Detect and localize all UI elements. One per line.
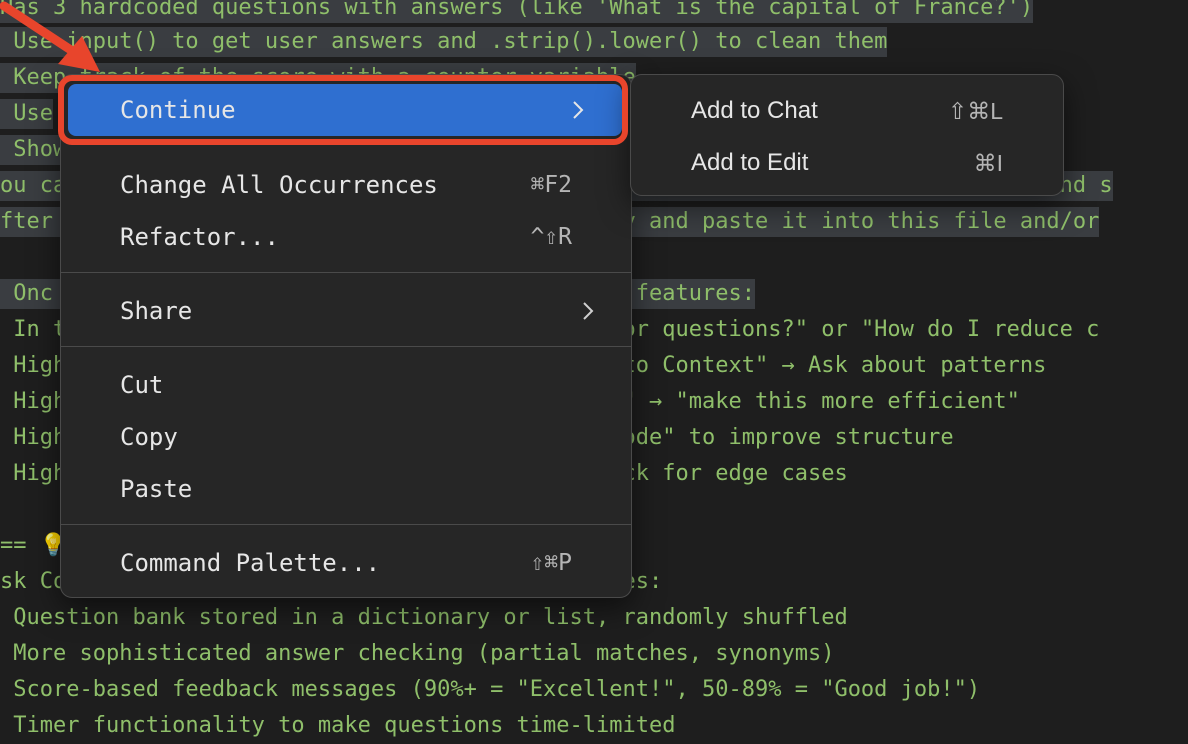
code-text: Question bank stored in a dictionary or … [0, 605, 848, 630]
menu-item-command-palette[interactable]: Command Palette... ⇧⌘P [60, 537, 632, 589]
menu-item-label: Refactor... [120, 223, 279, 251]
menu-item-label: Add to Chat [691, 97, 818, 124]
code-line: == 💡 [0, 528, 67, 564]
menu-item-label: Copy [120, 423, 178, 451]
menu-item-cut[interactable]: Cut [60, 359, 632, 411]
menu-item-refactor[interactable]: Refactor... ^⇧R [60, 211, 632, 263]
code-line: Score-based feedback messages (90%+ = "E… [0, 672, 980, 708]
code-line: Has 3 hardcoded questions with answers (… [0, 0, 1034, 26]
shortcut-label: ⌘I [973, 150, 1003, 176]
code-text: More sophisticated answer checking (part… [0, 641, 835, 666]
code-text: Score-based feedback messages (90%+ = "E… [0, 677, 981, 702]
shortcut-label: ⇧⌘P [530, 550, 572, 576]
shortcut-label: ^⇧R [530, 224, 572, 250]
menu-separator [61, 346, 631, 347]
menu-separator [61, 524, 631, 525]
code-text: Timer functionality to make questions ti… [0, 713, 676, 738]
annotation-highlight-box [58, 75, 628, 145]
menu-item-label: Change All Occurrences [120, 171, 438, 199]
code-text: Show [0, 135, 67, 165]
menu-item-change-all-occurrences[interactable]: Change All Occurrences ⌘F2 [60, 159, 632, 211]
code-line: Show [0, 132, 67, 168]
code-line: More sophisticated answer checking (part… [0, 636, 834, 672]
menu-item-paste[interactable]: Paste [60, 463, 632, 515]
code-text: == 💡 [0, 533, 68, 558]
menu-item-copy[interactable]: Copy [60, 411, 632, 463]
code-line: Timer functionality to make questions ti… [0, 708, 676, 744]
menu-item-label: Command Palette... [120, 549, 381, 577]
chevron-right-icon [583, 302, 594, 320]
menu-separator [61, 272, 631, 273]
menu-item-label: Share [120, 297, 193, 325]
submenu-item-add-to-edit[interactable]: Add to Edit ⌘I [631, 137, 1063, 189]
code-text: Use input() to get user answers and .str… [0, 27, 888, 57]
menu-item-label: Paste [120, 475, 193, 503]
continue-submenu: Add to Chat ⇧⌘L Add to Edit ⌘I [630, 74, 1064, 196]
code-line: Use input() to get user answers and .str… [0, 24, 888, 60]
menu-item-label: Cut [120, 371, 164, 399]
code-text: Use [0, 99, 53, 129]
menu-item-share[interactable]: Share [60, 285, 632, 337]
annotation-arrow-icon [0, 1, 100, 72]
code-text: Has 3 hardcoded questions with answers (… [0, 0, 1034, 23]
shortcut-label: ⇧⌘L [947, 98, 1003, 124]
shortcut-label: ⌘F2 [530, 172, 572, 198]
submenu-item-add-to-chat[interactable]: Add to Chat ⇧⌘L [631, 85, 1063, 137]
code-line: Use [0, 96, 53, 132]
menu-item-label: Add to Edit [691, 149, 809, 176]
code-line: Question bank stored in a dictionary or … [0, 600, 848, 636]
